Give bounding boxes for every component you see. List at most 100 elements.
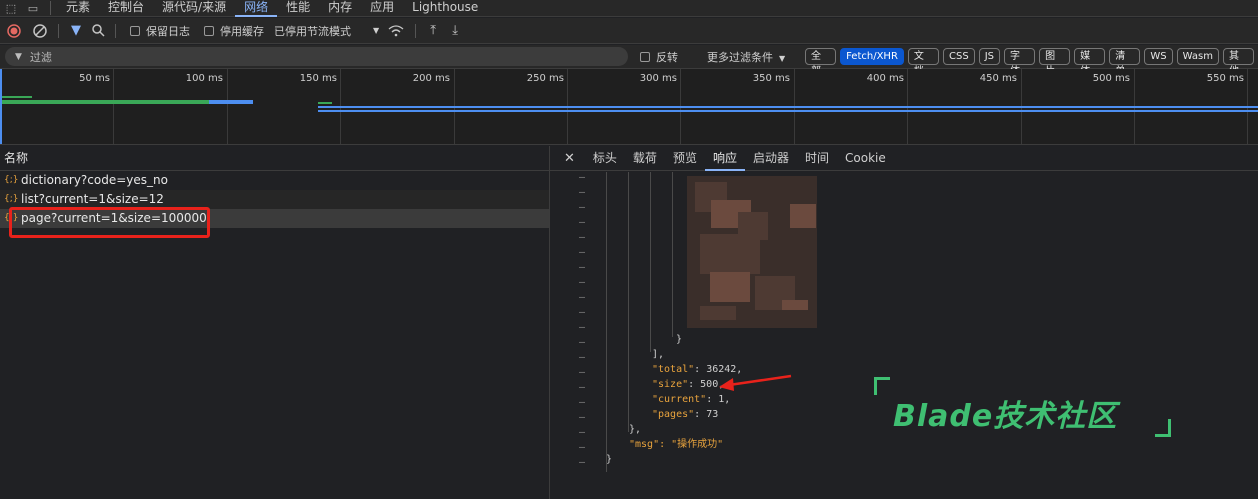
close-icon[interactable]: ✕ [560, 146, 585, 171]
tab-headers[interactable]: 标头 [585, 146, 625, 171]
indent-guide [628, 172, 629, 432]
type-filter-other[interactable]: 其他 [1222, 48, 1255, 77]
tick-line [227, 69, 228, 144]
type-filter-js[interactable]: JS [978, 48, 1000, 65]
network-conditions-icon[interactable] [383, 19, 409, 43]
name-column-header[interactable]: 名称 [0, 146, 549, 171]
detail-tabs: ✕ 标头 载荷 预览 响应 启动器 时间 Cookie [550, 146, 1258, 171]
device-toolbar-icon[interactable]: ▭ [22, 0, 44, 17]
filter-input[interactable]: ▼ 过滤 [5, 47, 628, 66]
fold-marker: – [579, 382, 586, 393]
tick-line [113, 69, 114, 144]
fold-marker: – [579, 412, 586, 423]
record-button[interactable] [0, 19, 28, 43]
type-filter-doc[interactable]: 文档 [907, 48, 939, 77]
indent-guide [606, 172, 607, 472]
panel-tab-network[interactable]: 网络 [235, 0, 278, 17]
fold-marker: – [579, 367, 586, 378]
tick-label: 500 ms [1092, 73, 1130, 84]
watermark-bracket [1155, 419, 1171, 437]
arrow-annotation-icon [719, 374, 792, 391]
request-bar [318, 110, 1258, 112]
type-filter-img[interactable]: 图片 [1039, 48, 1071, 77]
json-line: ], [652, 347, 664, 362]
fold-marker: – [579, 232, 586, 243]
type-filter-ws[interactable]: WS [1144, 48, 1173, 65]
divider [58, 23, 59, 38]
pixelated-region [700, 234, 760, 274]
filter-bar: ▼ 过滤 反转 更多过滤条件 ▼ 全部 Fetch/XHR 文档 CSS JS 字… [0, 45, 1258, 77]
filter-icon[interactable]: ▼ [65, 19, 87, 43]
tick-label: 350 ms [752, 73, 790, 84]
panel-tab-memory[interactable]: 内存 [319, 0, 361, 17]
panel-tab-lighthouse[interactable]: Lighthouse [403, 0, 487, 17]
json-key: "size" [652, 379, 689, 390]
json-line: "pages": 73 [652, 407, 718, 422]
json-line: "msg": "操作成功" [629, 437, 723, 452]
preserve-log-checkbox[interactable]: 保留日志 [130, 23, 190, 39]
throttle-select[interactable]: 已停用节流模式 ▼ [274, 23, 379, 39]
type-filter-manifest[interactable]: 清单 [1109, 48, 1141, 77]
type-filter-wasm[interactable]: Wasm [1176, 48, 1219, 65]
tab-response[interactable]: 响应 [704, 146, 745, 171]
fold-marker: – [579, 307, 586, 318]
tab-preview[interactable]: 预览 [665, 146, 705, 171]
json-value: : 1, [706, 394, 731, 405]
json-key: "total" [652, 364, 695, 375]
json-value: : "操作成功" [659, 439, 724, 450]
network-overview-timeline[interactable]: 50 ms 100 ms 150 ms 200 ms 250 ms 300 ms… [0, 69, 1258, 145]
watermark-text: Blade技术社区 [893, 399, 1118, 434]
checkbox-box [130, 25, 140, 36]
panel-tab-application[interactable]: 应用 [361, 0, 403, 17]
more-filters-dropdown[interactable]: 更多过滤条件 ▼ [707, 49, 785, 65]
tab-cookies[interactable]: Cookie [837, 146, 894, 171]
indent-guide [650, 172, 651, 352]
chevron-down-icon: ▼ [779, 54, 786, 63]
filter-placeholder: 过滤 [29, 50, 52, 64]
response-viewer[interactable]: – – – – – – – – – – – – – – – – – – – – [550, 172, 1258, 499]
tab-payload[interactable]: 载荷 [625, 146, 665, 171]
type-filter-css[interactable]: CSS [943, 48, 975, 65]
fold-marker: – [579, 247, 586, 258]
request-bar [209, 100, 253, 104]
export-har-icon[interactable]: ⤓ [444, 19, 466, 43]
tab-timing[interactable]: 时间 [797, 146, 837, 171]
type-filter-all[interactable]: 全部 [805, 48, 837, 77]
tick-label: 550 ms [1206, 73, 1244, 84]
invert-checkbox[interactable]: 反转 [640, 49, 678, 65]
panel-tab-performance[interactable]: 性能 [277, 0, 319, 17]
pixelated-region [790, 204, 816, 228]
fold-marker: – [579, 397, 586, 408]
json-punct: }, [629, 424, 642, 435]
divider [415, 23, 417, 38]
type-filter-font[interactable]: 字体 [1003, 48, 1036, 77]
type-filter-fetch-xhr[interactable]: Fetch/XHR [840, 48, 904, 65]
json-line: } [676, 332, 682, 347]
fold-marker: – [579, 202, 586, 213]
tab-initiator[interactable]: 启动器 [745, 146, 797, 171]
request-row[interactable]: {;} dictionary?code=yes_no [0, 171, 549, 190]
panel-tab-console[interactable]: 控制台 [99, 0, 153, 17]
throttle-label: 已停用节流模式 [274, 24, 351, 38]
request-list: 名称 {;} dictionary?code=yes_no {;} list?cur… [0, 146, 549, 499]
disable-cache-checkbox[interactable]: 停用缓存 [204, 23, 264, 39]
request-name: dictionary?code=yes_no [21, 173, 168, 187]
panel-tab-elements[interactable]: 元素 [57, 0, 99, 17]
search-icon[interactable] [87, 19, 109, 43]
pixelated-region [700, 306, 736, 320]
import-har-icon[interactable]: ⤒ [422, 19, 444, 43]
fold-marker: – [579, 292, 586, 303]
json-line: } [606, 452, 612, 467]
fold-marker: – [579, 427, 586, 438]
fold-marker: – [579, 277, 586, 288]
checkbox-box [204, 25, 214, 36]
request-bar [2, 100, 209, 104]
fold-marker: – [579, 322, 586, 333]
inspect-element-icon[interactable]: ⬚ [0, 0, 22, 17]
request-bar [318, 102, 332, 104]
panel-tab-sources[interactable]: 源代码/来源 [153, 0, 235, 17]
type-filter-media[interactable]: 媒体 [1074, 48, 1106, 77]
json-punct: } [606, 454, 613, 465]
clear-button[interactable] [28, 19, 52, 43]
divider [115, 23, 116, 38]
